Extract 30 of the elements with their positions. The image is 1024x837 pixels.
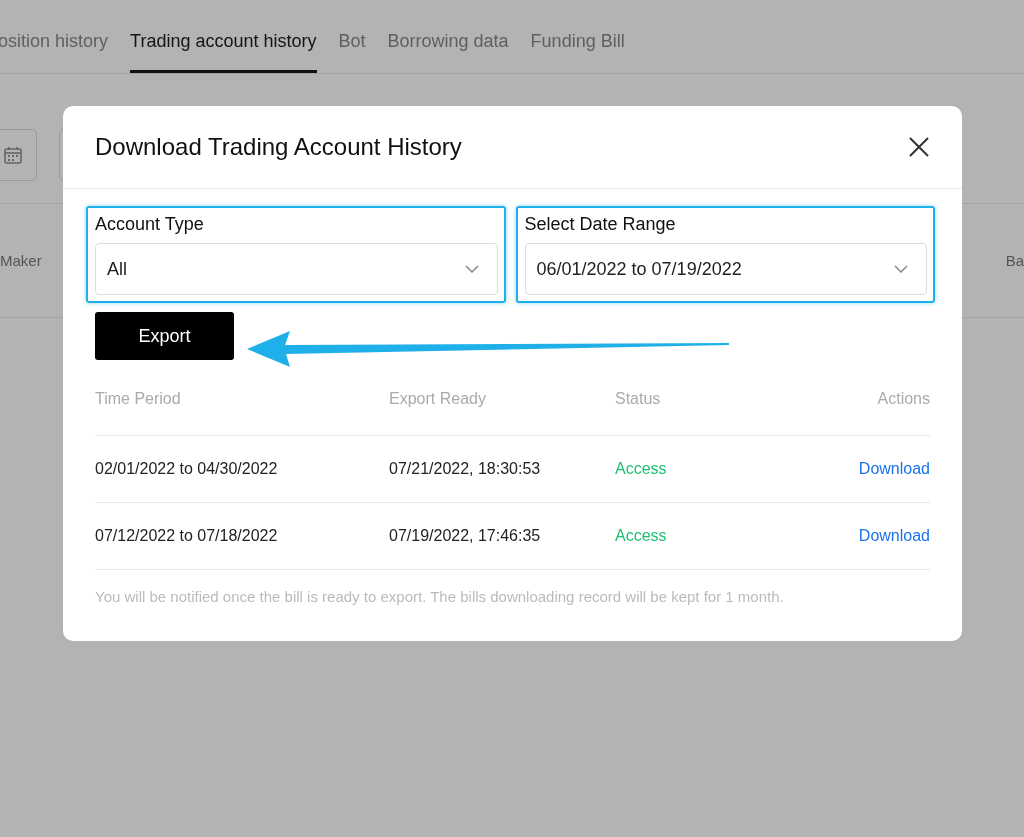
table-cell-text: 07/21/2022, 18:30:53 [389, 460, 542, 478]
note-text: You will be notified once the bill is ready to export. The bills downloading record will be kept for 1 month. [95, 588, 785, 605]
calendar-button[interactable] [0, 129, 37, 181]
table-cell-text: 07/12/2022 to 07/18/2022 [95, 527, 279, 545]
export-button[interactable]: Export [95, 312, 234, 360]
page-tab[interactable]: Bot [338, 0, 366, 73]
field-label: Account Type [95, 214, 205, 235]
chevron-down-icon [464, 265, 479, 273]
column-header: Actions [876, 390, 930, 408]
column-header: Export Ready [389, 390, 487, 408]
status-text: Access [615, 460, 668, 478]
download-link[interactable]: Download [858, 460, 930, 478]
status-text: Access [615, 527, 668, 545]
calendar-icon [3, 145, 23, 165]
field-label: Select Date Range [524, 214, 677, 235]
column-header: Status [615, 390, 662, 408]
column-header: Maker [0, 252, 42, 269]
dropdown[interactable]: 06/01/2022 to 07/19/2022 [524, 243, 927, 295]
column-header: Time Period [95, 390, 182, 408]
chevron-down-icon [894, 265, 908, 273]
close-icon[interactable] [908, 136, 930, 158]
page-tab[interactable]: Funding Bill [530, 0, 625, 73]
page-tab[interactable]: Borrowing data [387, 0, 509, 73]
table-cell-text: 07/19/2022, 17:46:35 [389, 527, 542, 545]
dropdown[interactable]: All [95, 243, 498, 295]
table-cell-text: 02/01/2022 to 04/30/2022 [95, 460, 279, 478]
dialog-title: Download Trading Account History [95, 133, 462, 161]
column-header: Ba [1005, 252, 1024, 269]
page-tab[interactable]: Trading account history [130, 0, 317, 73]
download-link[interactable]: Download [858, 527, 930, 545]
